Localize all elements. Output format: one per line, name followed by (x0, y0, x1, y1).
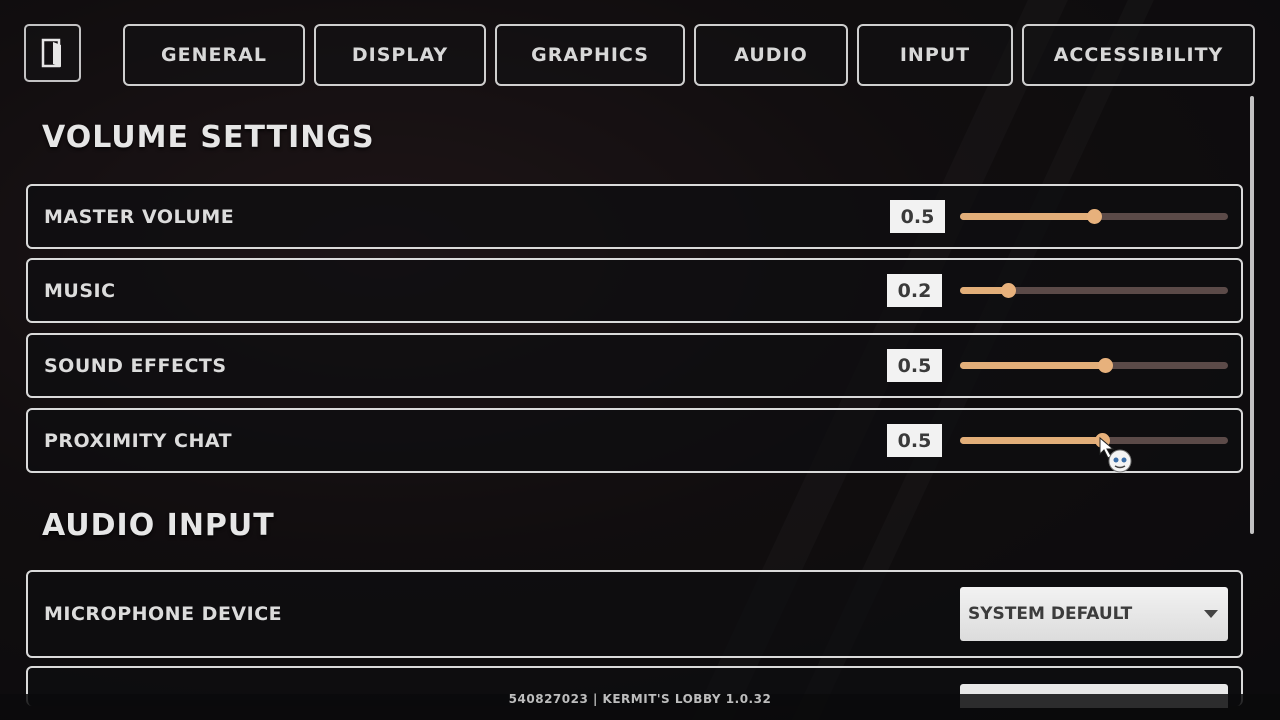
master-volume-slider-thumb[interactable] (1087, 209, 1102, 224)
sound-effects-slider-thumb[interactable] (1097, 358, 1113, 373)
door-exit-icon (41, 38, 61, 68)
music-value[interactable]: 0.2 (887, 274, 942, 307)
master-volume-slider[interactable] (960, 209, 1228, 224)
proximity-chat-label: PROXIMITY CHAT (44, 429, 233, 452)
master-volume-slider-fill (960, 213, 1094, 220)
mouse-cursor-icon (1099, 436, 1132, 473)
microphone-device-row: MICROPHONE DEVICE SYSTEM DEFAULT (26, 570, 1243, 658)
proximity-chat-slider[interactable] (960, 433, 1228, 448)
triangle-down-icon (1204, 610, 1218, 618)
music-slider-thumb[interactable] (1001, 283, 1017, 298)
microphone-device-value: SYSTEM DEFAULT (968, 604, 1133, 624)
sound-effects-label: SOUND EFFECTS (44, 354, 227, 377)
master-volume-row: MASTER VOLUME 0.5 (26, 184, 1243, 249)
tab-display[interactable]: DISPLAY (314, 24, 486, 86)
sound-effects-row: SOUND EFFECTS 0.5 (26, 333, 1243, 398)
tab-general[interactable]: GENERAL (123, 24, 305, 86)
proximity-chat-slider-fill (960, 437, 1103, 444)
exit-button[interactable] (24, 24, 81, 82)
music-row: MUSIC 0.2 (26, 258, 1243, 323)
microphone-device-dropdown[interactable]: SYSTEM DEFAULT (960, 587, 1228, 641)
scrollbar[interactable] (1250, 96, 1254, 534)
volume-settings-title: VOLUME SETTINGS (42, 120, 375, 155)
sound-effects-slider[interactable] (960, 358, 1228, 373)
lobby-version-footer: 540827023 | KERMIT'S LOBBY 1.0.32 (508, 692, 772, 706)
tab-graphics[interactable]: GRAPHICS (495, 24, 685, 86)
master-volume-label: MASTER VOLUME (44, 205, 235, 228)
music-label: MUSIC (44, 279, 116, 302)
proximity-chat-value[interactable]: 0.5 (887, 424, 942, 457)
tab-input[interactable]: INPUT (857, 24, 1013, 86)
microphone-device-label: MICROPHONE DEVICE (44, 603, 283, 625)
settings-tab-bar: GENERAL DISPLAY GRAPHICS AUDIO INPUT ACC… (24, 24, 1256, 86)
audio-input-title: AUDIO INPUT (42, 508, 275, 543)
music-slider[interactable] (960, 283, 1228, 298)
sound-effects-value[interactable]: 0.5 (887, 349, 942, 382)
tab-audio[interactable]: AUDIO (694, 24, 848, 86)
proximity-chat-row: PROXIMITY CHAT 0.5 (26, 408, 1243, 473)
master-volume-value[interactable]: 0.5 (890, 200, 945, 233)
sound-effects-slider-fill (960, 362, 1105, 369)
tab-accessibility[interactable]: ACCESSIBILITY (1022, 24, 1255, 86)
